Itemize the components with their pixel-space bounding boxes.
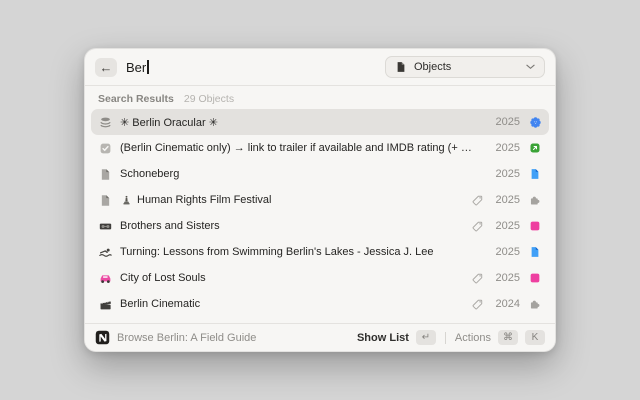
search-window: ← Ber Objects Search Results 29 Objects … [84,48,556,352]
footer-divider [445,332,446,344]
back-arrow-icon: ← [100,61,113,74]
item-year: 2025 [492,142,520,154]
footer-app-name: Browse Berlin: A Field Guide [117,332,256,344]
page-blue-icon [528,246,542,258]
chevron-down-icon [526,64,535,70]
search-query-text: Ber [126,60,146,75]
filter-dropdown[interactable]: Objects [385,56,545,78]
item-title: Turning: Lessons from Swimming Berlin's … [120,246,433,258]
checkbox-icon [98,142,112,155]
list-item[interactable]: ✳ Berlin Oracular ✳ 2025 [91,109,549,135]
item-title: (Berlin Cinematic only) → link to traile… [120,142,476,154]
show-list-button[interactable]: Show List [357,332,409,344]
results-header: Search Results 29 Objects [85,86,555,107]
list-item[interactable]: Berlin Cinematic 2024 [91,291,549,317]
search-header: ← Ber Objects [85,49,555,86]
footer-bar: Browse Berlin: A Field Guide Show List ↵… [85,323,555,351]
item-year: 2025 [492,220,520,232]
item-title: Schoneberg [120,168,179,180]
results-count: 29 Objects [184,93,234,105]
back-button[interactable]: ← [95,58,117,77]
actions-button[interactable]: Actions [455,332,491,344]
item-title: Brothers and Sisters [120,220,220,232]
puzzle-icon [528,194,542,206]
search-input[interactable]: Ber [126,60,149,75]
vhs-icon [98,220,112,233]
list-item[interactable]: Human Rights Film Festival 2025 [91,187,549,213]
notion-logo-icon [95,330,110,345]
item-title: Human Rights Film Festival [137,194,271,206]
results-list: ✳ Berlin Oracular ✳ 2025 (Berlin Cinemati… [85,107,555,323]
tag-icon [470,220,484,233]
blue-flower-icon [528,116,542,129]
item-year: 2025 [492,246,520,258]
item-year: 2025 [492,168,520,180]
k-key-badge: K [525,330,545,345]
tag-icon [470,272,484,285]
list-item[interactable]: (Berlin Cinematic only) → link to traile… [91,135,549,161]
list-item[interactable]: Turning: Lessons from Swimming Berlin's … [91,239,549,265]
return-key-badge: ↵ [416,330,436,345]
item-year: 2025 [492,272,520,284]
item-year: 2025 [492,194,520,206]
item-title: City of Lost Souls [120,272,206,284]
tag-icon [470,298,484,311]
item-year: 2024 [492,298,520,310]
pink-car-icon [98,272,112,285]
puzzle-icon [528,298,542,310]
swimmer-icon [98,246,112,259]
text-caret [147,60,149,74]
page-gray-icon [98,168,112,181]
page-gray-icon [98,194,112,207]
green-arrow-icon [528,142,542,154]
tag-icon [470,194,484,207]
list-item[interactable]: City of Lost Souls 2025 [91,265,549,291]
page-blue-icon [528,168,542,180]
results-title: Search Results [98,93,174,105]
filter-label: Objects [414,61,519,73]
layers-icon [98,116,112,129]
cmd-key-badge: ⌘ [498,330,518,345]
list-item[interactable]: Schoneberg 2025 [91,161,549,187]
statue-icon [120,195,132,206]
pink-square-icon [528,272,542,284]
item-title: ✳ Berlin Oracular ✳ [120,116,218,129]
list-item[interactable]: Brothers and Sisters 2025 [91,213,549,239]
clapperboard-icon [98,298,112,311]
document-icon [395,61,407,73]
pink-square-icon [528,220,542,232]
desktop-background: ← Ber Objects Search Results 29 Objects … [0,0,640,400]
item-year: 2025 [492,116,520,128]
item-title: Berlin Cinematic [120,298,200,310]
